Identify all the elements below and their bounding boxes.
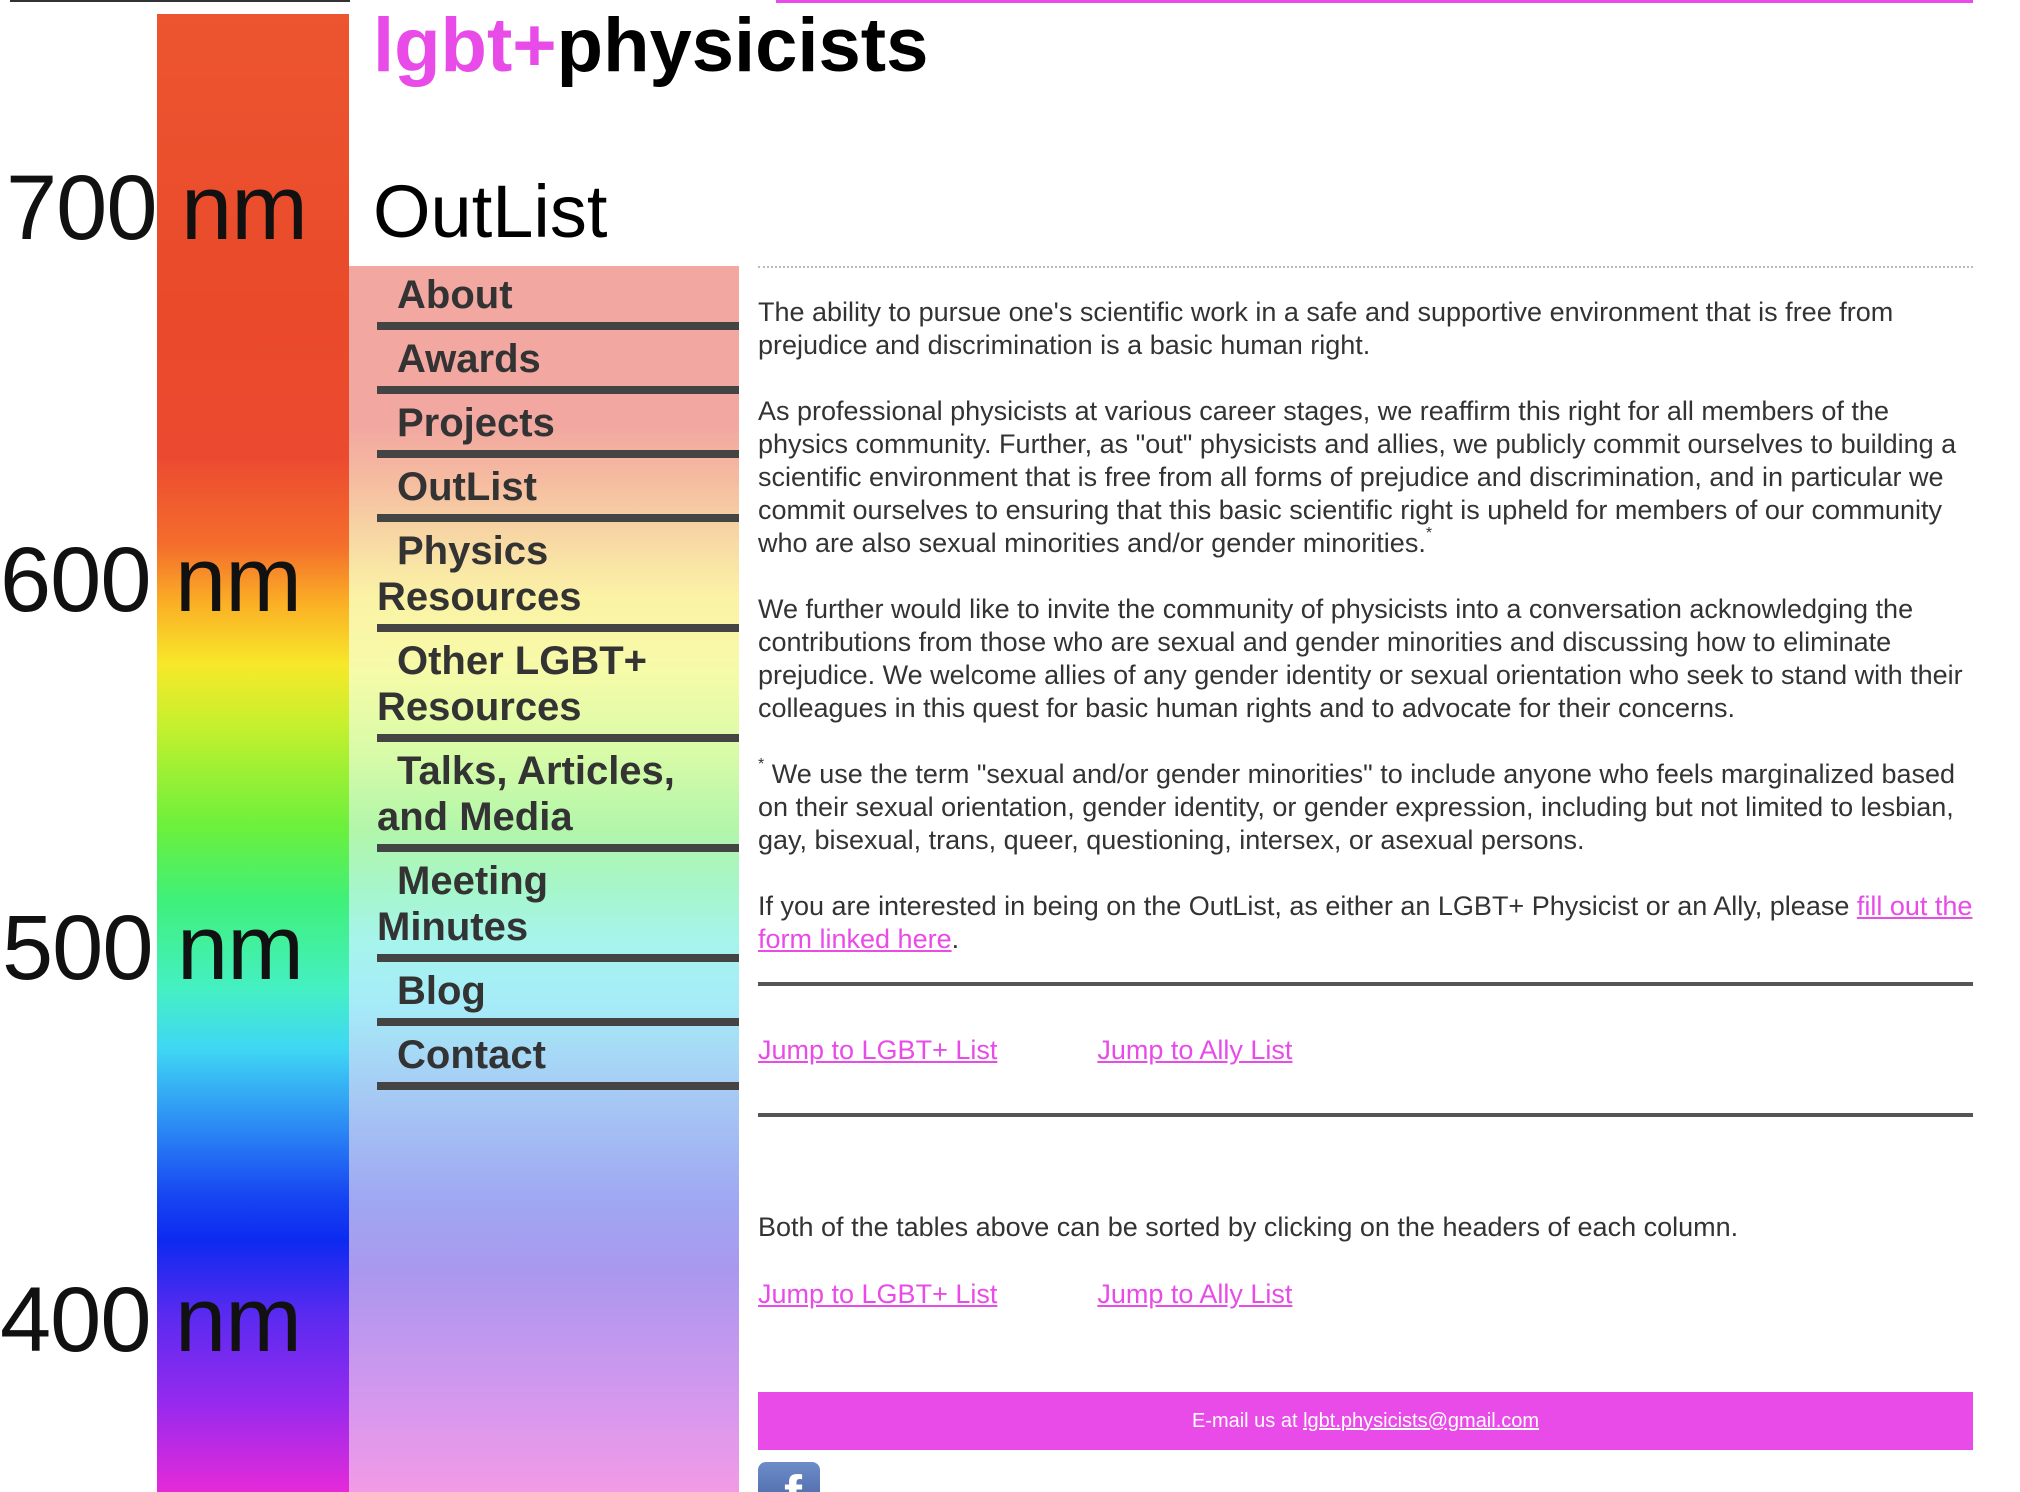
invitation-paragraph: We further would like to invite the comm… — [758, 594, 1963, 723]
site-title[interactable]: lgbt+physicists — [373, 2, 928, 90]
nav-item-label: Blog — [397, 969, 486, 1013]
nav-item-label: Physics — [397, 529, 549, 573]
nav-item-label: Other LGBT+ — [397, 639, 648, 683]
signup-paragraph: If you are interested in being on the Ou… — [758, 890, 1973, 956]
signup-text-end: . — [951, 924, 960, 954]
spectrum-label-400: 400 nm — [0, 1269, 302, 1371]
footnote-paragraph: * We use the term "sexual and/or gender … — [758, 757, 1973, 857]
jump-links-bottom: Jump to LGBT+ List Jump to Ally List — [758, 1278, 1973, 1311]
nav-item-label: Meeting — [397, 859, 549, 903]
jump-ally-list-link[interactable]: Jump to Ally List — [1097, 1278, 1292, 1311]
nav-item-label: Talks, Articles, — [397, 749, 675, 793]
site-title-suffix: physicists — [556, 3, 929, 88]
nav-item-label: OutList — [397, 465, 537, 509]
nav-item-awards[interactable]: Awards — [377, 330, 739, 394]
nav-item-label-line2: Resources — [377, 575, 582, 619]
nav-item-label: About — [397, 273, 513, 317]
signup-text: If you are interested in being on the Ou… — [758, 891, 1857, 921]
nav-item-other-lgbt-resources[interactable]: Other LGBT+ Resources — [377, 632, 739, 742]
jump-links-top: Jump to LGBT+ List Jump to Ally List — [758, 1034, 1973, 1067]
commitment-text: As professional physicists at various ca… — [758, 396, 1957, 558]
footer-email-prefix: E-mail us at — [1191, 1410, 1304, 1432]
jump-lgbt-list-link[interactable]: Jump to LGBT+ List — [758, 1278, 997, 1311]
nav-item-physics-resources[interactable]: Physics Resources — [377, 522, 739, 632]
nav-item-label-line2: Minutes — [377, 905, 529, 949]
intro-paragraph: The ability to pursue one's scientific w… — [758, 297, 1894, 360]
spectrum-label-600: 600 nm — [0, 529, 302, 631]
facebook-glyph: f — [784, 1468, 802, 1492]
spectrum-label-700: 700 nm — [6, 157, 308, 259]
site-title-prefix: lgbt+ — [373, 3, 557, 88]
top-left-rule — [10, 0, 350, 2]
nav-item-talks-articles-media[interactable]: Talks, Articles, and Media — [377, 742, 739, 852]
page: 700 nm 600 nm 500 nm 400 nm lgbt+physici… — [0, 0, 2020, 1492]
nav-item-label-line2: Resources — [377, 685, 582, 729]
nav-item-blog[interactable]: Blog — [377, 962, 739, 1026]
jump-ally-list-link[interactable]: Jump to Ally List — [1097, 1034, 1292, 1067]
section-divider — [758, 1113, 1973, 1117]
spectrum-label-500: 500 nm — [2, 897, 304, 999]
nav-item-label: Awards — [397, 337, 541, 381]
nav-item-contact[interactable]: Contact — [377, 1026, 739, 1090]
nav-item-label: Contact — [397, 1033, 546, 1077]
nav-item-about[interactable]: About — [377, 266, 739, 330]
header-divider — [758, 266, 1973, 268]
facebook-icon[interactable]: f — [758, 1462, 820, 1492]
nav-item-meeting-minutes[interactable]: Meeting Minutes — [377, 852, 739, 962]
footer-bar: E-mail us at lgbt.physicists@gmail.com — [758, 1392, 1973, 1450]
footer-email-link[interactable]: lgbt.physicists@gmail.com — [1303, 1410, 1539, 1432]
footnote-marker: * — [1425, 525, 1433, 542]
nav-item-outlist[interactable]: OutList — [377, 458, 739, 522]
nav-item-label-line2: and Media — [377, 795, 573, 839]
nav-item-projects[interactable]: Projects — [377, 394, 739, 458]
top-pink-rule — [776, 0, 1973, 3]
page-title: OutList — [373, 170, 608, 253]
jump-lgbt-list-link[interactable]: Jump to LGBT+ List — [758, 1034, 997, 1067]
footnote-text: We use the term "sexual and/or gender mi… — [758, 759, 1956, 855]
main-content: The ability to pursue one's scientific w… — [758, 296, 1973, 1311]
sort-note: Both of the tables above can be sorted b… — [758, 1212, 1739, 1242]
section-divider — [758, 982, 1973, 986]
main-nav: About Awards Projects OutList Physics Re… — [377, 266, 739, 1090]
commitment-paragraph: As professional physicists at various ca… — [758, 395, 1973, 560]
nav-item-label: Projects — [397, 401, 555, 445]
